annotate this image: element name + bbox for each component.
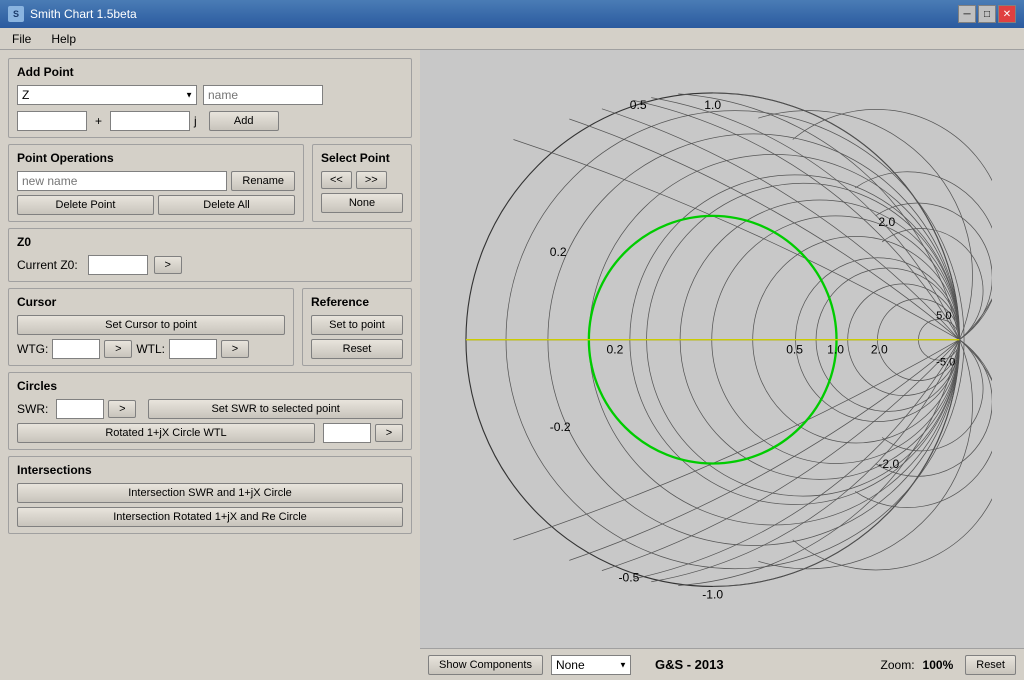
- swr-btn[interactable]: >: [108, 400, 136, 418]
- swr-label: SWR:: [17, 402, 48, 416]
- add-point-title: Add Point: [17, 65, 403, 79]
- reset-ref-button[interactable]: Reset: [311, 339, 403, 359]
- cursor-section: Cursor Set Cursor to point WTG: 0.25 > W…: [8, 288, 294, 366]
- title-bar-buttons: ─ □ ✕: [958, 5, 1016, 23]
- svg-text:2.0: 2.0: [878, 215, 895, 229]
- z0-set-button[interactable]: >: [154, 256, 182, 274]
- ops-select-row: Point Operations Rename Delete Point Del…: [8, 144, 412, 222]
- smith-chart-svg[interactable]: 1.0 2.0 -2.0 5.0 -5.0 0.5 0.2 -0.2 0.2 0…: [452, 79, 992, 619]
- svg-text:0.2: 0.2: [607, 343, 624, 357]
- select-point-title: Select Point: [321, 151, 403, 165]
- bottom-toolbar: Show Components None Series L Series C S…: [420, 648, 1024, 680]
- wtg-button[interactable]: >: [104, 340, 132, 358]
- left-panel: Add Point Z Y S11 S22 0.0 + 0.0 j Add: [0, 50, 420, 680]
- reference-title: Reference: [311, 295, 403, 309]
- add-button[interactable]: Add: [209, 111, 279, 131]
- svg-text:0.5: 0.5: [630, 98, 647, 112]
- menu-bar: File Help: [0, 28, 1024, 50]
- set-to-point-button[interactable]: Set to point: [311, 315, 403, 335]
- svg-text:1.0: 1.0: [827, 343, 844, 357]
- menu-file[interactable]: File: [4, 30, 39, 48]
- circles-title: Circles: [17, 379, 403, 393]
- prev-point-button[interactable]: <<: [321, 171, 352, 189]
- plus-label: +: [91, 114, 106, 128]
- svg-text:5.0: 5.0: [936, 310, 952, 322]
- set-cursor-button[interactable]: Set Cursor to point: [17, 315, 285, 335]
- svg-text:-0.5: -0.5: [618, 571, 639, 585]
- component-select-wrapper: None Series L Series C Shunt L Shunt C: [551, 655, 631, 675]
- add-point-section: Add Point Z Y S11 S22 0.0 + 0.0 j Add: [8, 58, 412, 138]
- z0-section: Z0 Current Z0: 50 >: [8, 228, 412, 282]
- svg-text:-1.0: -1.0: [702, 588, 723, 602]
- type-select-wrapper: Z Y S11 S22: [17, 85, 197, 105]
- zoom-label: Zoom:: [881, 658, 915, 672]
- svg-text:0.5: 0.5: [786, 343, 803, 357]
- none-point-button[interactable]: None: [321, 193, 403, 213]
- wtl-input[interactable]: 0.25: [169, 339, 217, 359]
- svg-text:2.0: 2.0: [871, 343, 888, 357]
- delete-all-button[interactable]: Delete All: [158, 195, 295, 215]
- show-components-button[interactable]: Show Components: [428, 655, 543, 675]
- svg-text:0.2: 0.2: [550, 245, 567, 259]
- intersection-swr-button[interactable]: Intersection SWR and 1+jX Circle: [17, 483, 403, 503]
- intersection-rotated-button[interactable]: Intersection Rotated 1+jX and Re Circle: [17, 507, 403, 527]
- svg-text:-0.2: -0.2: [550, 420, 571, 434]
- zoom-value: 100%: [923, 658, 954, 672]
- reference-section: Reference Set to point Reset: [302, 288, 412, 366]
- type-select[interactable]: Z Y S11 S22: [17, 85, 197, 105]
- svg-text:1.0: 1.0: [704, 98, 721, 112]
- set-swr-button[interactable]: Set SWR to selected point: [148, 399, 403, 419]
- reset-zoom-button[interactable]: Reset: [965, 655, 1016, 675]
- imag-input[interactable]: 0.0: [110, 111, 190, 131]
- delete-point-button[interactable]: Delete Point: [17, 195, 154, 215]
- title-bar: S Smith Chart 1.5beta ─ □ ✕: [0, 0, 1024, 28]
- swr-input[interactable]: 2: [56, 399, 104, 419]
- rot-btn[interactable]: >: [375, 424, 403, 442]
- z0-current-label: Current Z0:: [17, 258, 78, 272]
- intersections-title: Intersections: [17, 463, 403, 477]
- close-button[interactable]: ✕: [998, 5, 1016, 23]
- real-input[interactable]: 0.0: [17, 111, 87, 131]
- new-name-input[interactable]: [17, 171, 227, 191]
- point-operations-section: Point Operations Rename Delete Point Del…: [8, 144, 304, 222]
- chart-area: 1.0 2.0 -2.0 5.0 -5.0 0.5 0.2 -0.2 0.2 0…: [420, 50, 1024, 680]
- maximize-button[interactable]: □: [978, 5, 996, 23]
- point-name-input[interactable]: [203, 85, 323, 105]
- rotated-circle-button[interactable]: Rotated 1+jX Circle WTL: [17, 423, 315, 443]
- j-label: j: [194, 114, 197, 128]
- rename-button[interactable]: Rename: [231, 171, 295, 191]
- app-icon: S: [8, 6, 24, 22]
- z0-title: Z0: [17, 235, 403, 249]
- menu-help[interactable]: Help: [43, 30, 84, 48]
- wtl-button[interactable]: >: [221, 340, 249, 358]
- gs-credit: G&S - 2013: [655, 657, 724, 672]
- point-ops-title: Point Operations: [17, 151, 295, 165]
- svg-text:-5.0: -5.0: [936, 357, 955, 369]
- main-container: Add Point Z Y S11 S22 0.0 + 0.0 j Add: [0, 50, 1024, 680]
- next-point-button[interactable]: >>: [356, 171, 387, 189]
- circles-section: Circles SWR: 2 > Set SWR to selected poi…: [8, 372, 412, 450]
- cursor-title: Cursor: [17, 295, 285, 309]
- rot-value-input[interactable]: 0: [323, 423, 371, 443]
- z0-value-input[interactable]: 50: [88, 255, 148, 275]
- wtl-label: WTL:: [136, 342, 165, 356]
- window-title: Smith Chart 1.5beta: [30, 7, 137, 21]
- wtg-input[interactable]: 0.25: [52, 339, 100, 359]
- intersections-section: Intersections Intersection SWR and 1+jX …: [8, 456, 412, 534]
- svg-text:-2.0: -2.0: [878, 457, 899, 471]
- minimize-button[interactable]: ─: [958, 5, 976, 23]
- select-point-section: Select Point << >> None: [312, 144, 412, 222]
- cursor-ref-row: Cursor Set Cursor to point WTG: 0.25 > W…: [8, 288, 412, 366]
- component-select[interactable]: None Series L Series C Shunt L Shunt C: [551, 655, 631, 675]
- wtg-label: WTG:: [17, 342, 48, 356]
